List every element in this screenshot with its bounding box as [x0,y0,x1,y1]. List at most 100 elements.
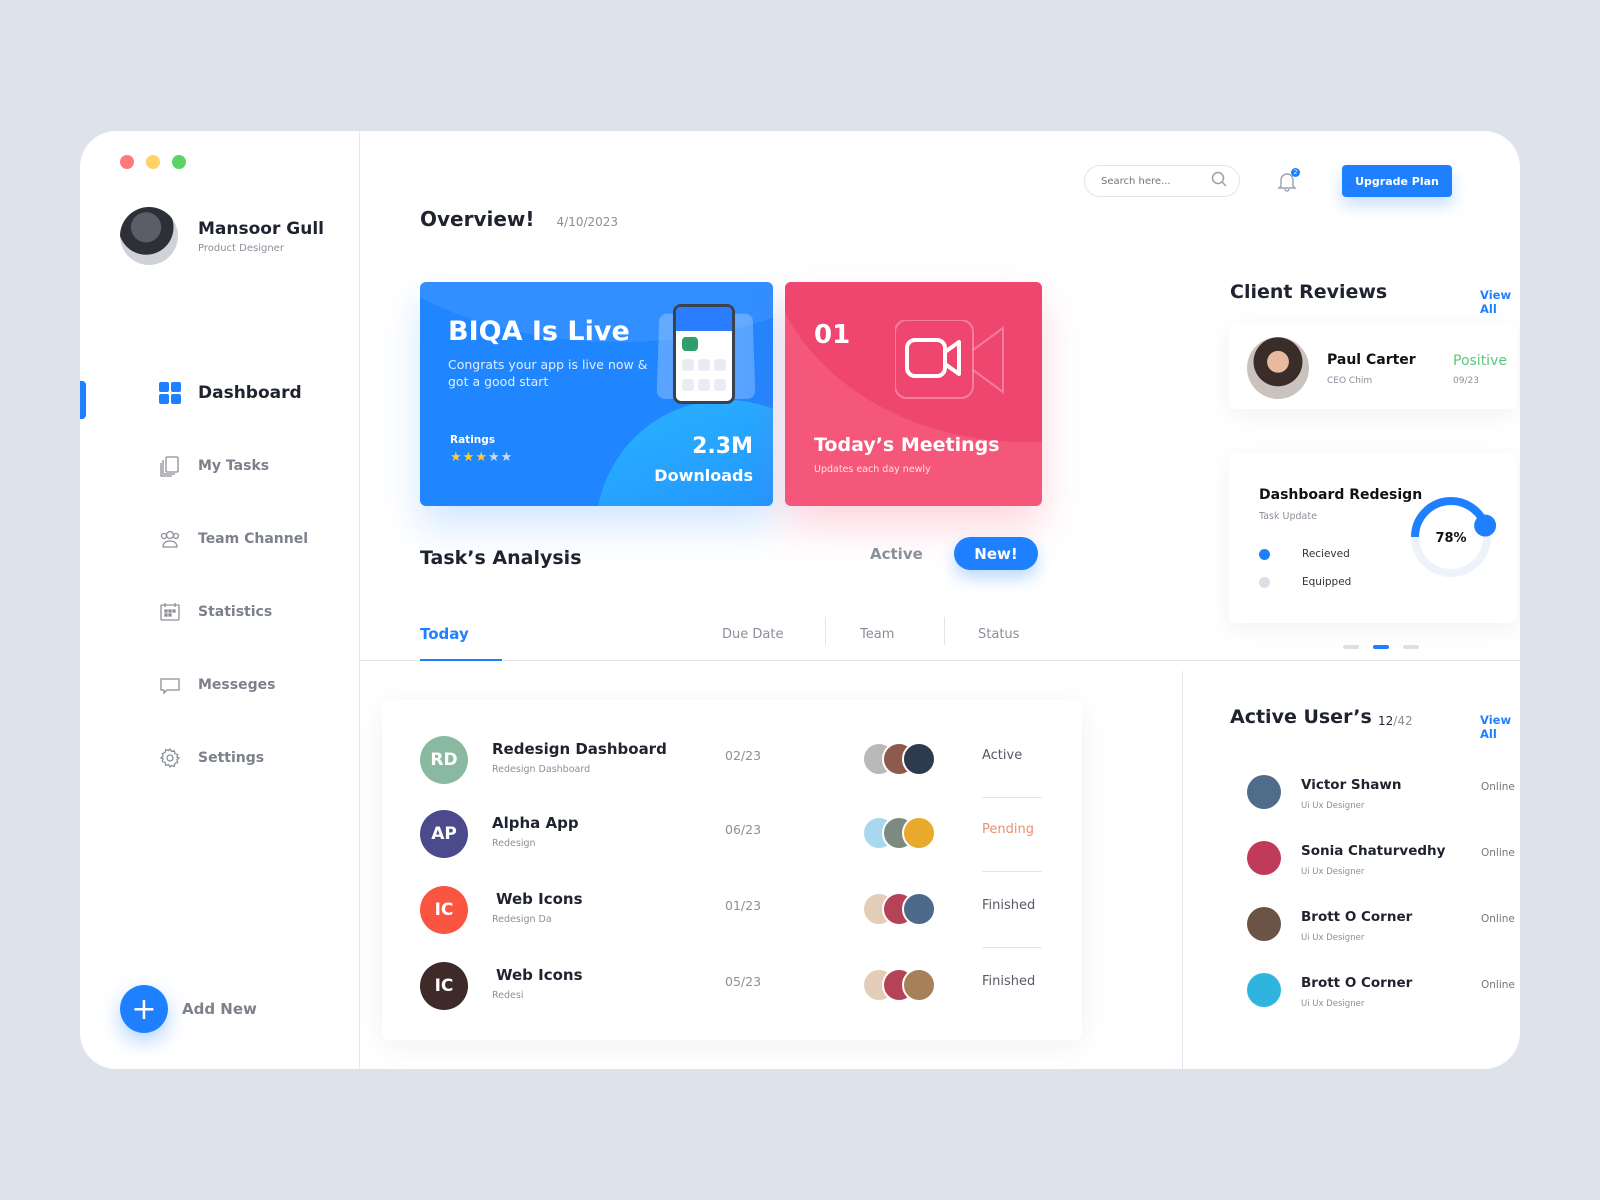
task-title: Web Icons [496,966,583,984]
profile-role: Product Designer [198,242,284,254]
team-avatars [862,816,936,850]
view-all-users-link[interactable]: View All [1480,713,1520,741]
task-subtitle: Redesign [492,838,536,849]
star-empty-icon: ★ [487,450,501,465]
user-profile[interactable]: Mansoor Gull Product Designer [120,207,324,265]
user-name: Sonia Chaturvedhy [1301,843,1446,859]
user-status: Online [1481,979,1515,991]
sidebar: Mansoor Gull Product Designer Dashboard … [80,131,360,1069]
task-update-subtitle: Task Update [1259,511,1317,522]
legend-dot [1259,576,1270,588]
sidebar-item-messages[interactable]: Messeges [158,673,308,697]
task-subtitle: Redesign Dashboard [492,764,591,775]
overview-header: Overview! 4/10/2023 [420,207,618,231]
filter-active[interactable]: Active [870,545,923,563]
column-header-team[interactable]: Team [860,627,894,642]
column-divider [944,617,945,645]
row-divider [982,871,1042,872]
team-avatars [862,742,936,776]
video-camera-icon [894,319,1005,404]
profile-name: Mansoor Gull [198,218,324,239]
user-name: Brott O Corner [1301,909,1413,925]
page-title: Overview! [420,207,535,231]
view-all-reviews-link[interactable]: View All [1480,288,1520,316]
progress-donut: 78% [1411,497,1497,577]
task-title: Web Icons [496,890,583,908]
team-avatar [902,742,936,776]
status-badge: Finished [982,898,1036,913]
avatar [120,207,178,265]
sidebar-item-statistics[interactable]: Statistics [158,600,308,624]
table-row[interactable]: IC Web Icons Redesi 05/23 Finished [382,950,1082,1024]
maximize-window-button[interactable] [172,155,186,169]
user-status: Online [1481,847,1515,859]
task-title: Alpha App [492,814,579,832]
star-filled-icon: ★ [475,450,488,465]
app-window: Mansoor Gull Product Designer Dashboard … [80,131,1520,1069]
column-divider [825,617,826,645]
new-task-button[interactable]: New! [954,537,1038,570]
project-avatar: IC [420,962,468,1010]
sidebar-item-team-channel[interactable]: Team Channel [158,527,308,551]
task-update-card[interactable]: Dashboard Redesign Task Update Recieved … [1229,453,1517,623]
minimize-window-button[interactable] [146,155,160,169]
due-date: 02/23 [725,748,762,763]
phone-mockup-image [673,304,735,404]
app-live-card[interactable]: BIQA Is Live Congrats your app is live n… [420,282,773,506]
close-window-button[interactable] [120,155,134,169]
team-avatars [862,968,936,1002]
legend-label: Equipped [1302,576,1352,588]
section-title: Client Reviews [1230,281,1388,303]
card-subtitle: Congrats your app is live now & got a go… [448,357,648,389]
overview-date: 4/10/2023 [556,215,619,229]
user-status: Online [1481,913,1515,925]
project-avatar: IC [420,886,468,934]
sidebar-item-label: Dashboard [198,383,302,403]
list-item[interactable]: Brott O Corner Ui Ux Designer Online [1247,907,1517,957]
pager-dot[interactable] [1343,645,1359,649]
task-subtitle: Redesi [492,990,524,1001]
add-new-label: Add New [182,1000,257,1018]
legend-item: Recieved [1259,548,1350,560]
list-item[interactable]: Victor Shawn Ui Ux Designer Online [1247,775,1517,825]
window-controls [120,155,186,169]
pager-dot[interactable] [1403,645,1419,649]
user-role: Ui Ux Designer [1301,867,1365,877]
user-role: Ui Ux Designer [1301,999,1365,1009]
sidebar-item-settings[interactable]: Settings [158,746,308,770]
review-card[interactable]: Paul Carter CEO Chim Positive 09/23 [1229,323,1517,409]
table-row[interactable]: RD Redesign Dashboard Redesign Dashboard… [382,724,1082,798]
star-filled-icon: ★ [462,450,476,465]
list-item[interactable]: Sonia Chaturvedhy Ui Ux Designer Online [1247,841,1517,891]
column-header-status[interactable]: Status [978,627,1019,642]
sidebar-item-my-tasks[interactable]: My Tasks [158,454,308,478]
tab-today[interactable]: Today [420,625,469,643]
meetings-card[interactable]: 01 Today’s Meetings Updates each day new… [785,282,1042,506]
team-avatar [902,816,936,850]
card-subtitle: Updates each day newly [814,464,931,475]
avatar [1247,775,1281,809]
avatar [1247,973,1281,1007]
column-header-due-date[interactable]: Due Date [722,627,783,642]
active-user-count: 12/42 [1378,714,1413,728]
review-date: 09/23 [1453,376,1479,386]
gear-icon [158,746,182,770]
avatar [1247,841,1281,875]
active-indicator [80,381,86,419]
status-badge: Finished [982,974,1036,989]
sidebar-item-dashboard[interactable]: Dashboard [158,381,308,405]
list-item[interactable]: Brott O Corner Ui Ux Designer Online [1247,973,1517,1023]
star-empty-icon: ★ [500,450,514,465]
user-status: Online [1481,781,1515,793]
meetings-count: 01 [814,320,851,350]
avatar [1247,907,1281,941]
team-avatar [902,892,936,926]
sidebar-item-label: Settings [198,750,265,766]
add-new-button[interactable]: + [120,985,168,1033]
sidebar-item-label: My Tasks [198,458,270,474]
project-avatar: AP [420,810,468,858]
table-row[interactable]: IC Web Icons Redesign Da 01/23 Finished [382,874,1082,948]
add-new[interactable]: + Add New [120,985,257,1033]
pager-dot-active[interactable] [1373,645,1389,649]
table-row[interactable]: AP Alpha App Redesign 06/23 Pending [382,798,1082,872]
